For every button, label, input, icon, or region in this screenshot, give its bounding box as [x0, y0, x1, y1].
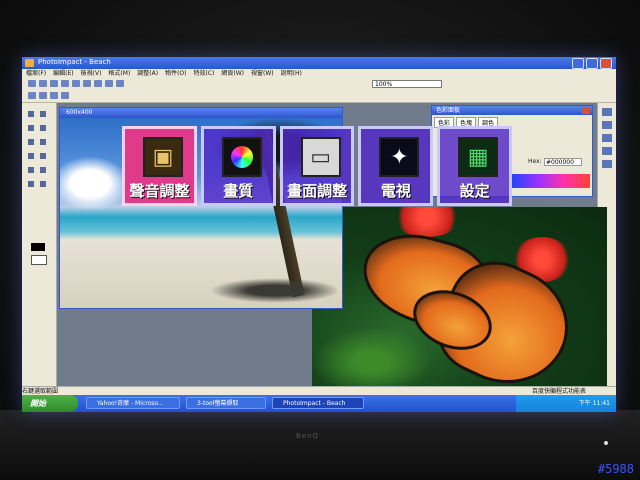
taskbar: 開始 Yahoo!奇摩 - Microso... 3-tool螢幕擷取 Phot…: [22, 395, 616, 412]
maximize-button[interactable]: [586, 58, 598, 69]
antialias-icon[interactable]: [61, 92, 69, 99]
taskbar-item[interactable]: Yahoo!奇摩 - Microso...: [86, 397, 180, 409]
undo-icon[interactable]: [105, 80, 113, 87]
cut-icon[interactable]: [72, 80, 80, 87]
menu-file[interactable]: 檔案(F): [26, 69, 46, 78]
color-panel-close-button[interactable]: [582, 107, 590, 114]
wand-tool-icon[interactable]: [40, 125, 46, 131]
layer-manager-icon[interactable]: [602, 108, 612, 116]
menu-web[interactable]: 網頁(W): [221, 69, 244, 78]
quick-command-icon[interactable]: [602, 134, 612, 142]
osd-label: 聲音調整: [129, 182, 190, 200]
menu-help[interactable]: 說明(H): [281, 69, 302, 78]
fill-tool-icon[interactable]: [40, 167, 46, 173]
foreground-color-swatch[interactable]: [31, 243, 45, 251]
copy-icon[interactable]: [83, 80, 91, 87]
photoimpact-app-icon: [25, 59, 34, 67]
easy-palette-icon[interactable]: [602, 121, 612, 129]
new-icon[interactable]: [28, 80, 36, 87]
marquee-tool-icon[interactable]: [40, 111, 46, 117]
satellite-icon: ✦: [379, 137, 420, 177]
green-leaf: [312, 327, 432, 390]
menu-object[interactable]: 物件(O): [165, 69, 186, 78]
shape-icon[interactable]: [39, 92, 47, 99]
cloud: [60, 156, 130, 211]
menu-edit[interactable]: 編輯(E): [53, 69, 73, 78]
settings-board-icon: ▦: [458, 137, 499, 177]
brush-tool-icon[interactable]: [28, 167, 34, 173]
app-title: PhotoImpact - Beach: [38, 58, 111, 66]
select-mode-icon[interactable]: [28, 92, 36, 99]
close-button[interactable]: [600, 58, 612, 69]
tv-osd-menu: ▣ 聲音調整 畫質 ▭ 畫面調整 ✦ 電視 ▦ 設定: [122, 126, 512, 210]
osd-label: 設定: [459, 182, 490, 200]
color-panel-titlebar: 色彩面板: [432, 106, 592, 115]
menu-bar: 檔案(F) 編輯(E) 檢視(V) 格式(M) 調整(A) 物件(O) 特效(C…: [22, 69, 616, 78]
osd-item-settings[interactable]: ▦ 設定: [437, 126, 512, 206]
menu-effect[interactable]: 特效(C): [193, 69, 214, 78]
minimize-button[interactable]: [572, 58, 584, 69]
attribute-toolbar: [22, 90, 616, 103]
menu-view[interactable]: 檢視(V): [81, 69, 102, 78]
color-panel-title: 色彩面板: [436, 107, 461, 114]
paste-icon[interactable]: [94, 80, 102, 87]
osd-item-tv[interactable]: ✦ 電視: [358, 126, 434, 206]
zoom-tool-icon[interactable]: [28, 153, 34, 159]
document-panel-icon[interactable]: [602, 160, 612, 168]
crop-tool-icon[interactable]: [28, 139, 34, 145]
menu-adjust[interactable]: 調整(A): [137, 69, 158, 78]
monitor-screen: PhotoImpact - Beach 檔案(F) 編輯(E) 檢視(V) 格式…: [22, 57, 616, 412]
menu-window[interactable]: 視窗(W): [251, 69, 274, 78]
color-panel-icon[interactable]: [602, 147, 612, 155]
butterfly-image-window[interactable]: [312, 207, 607, 390]
monitor-bottom-bezel: [0, 410, 640, 480]
osd-label: 畫質: [223, 182, 254, 200]
pick-tool-icon[interactable]: [28, 111, 34, 117]
zoom-select[interactable]: 100%: [372, 80, 442, 88]
red-flower: [392, 207, 462, 237]
color-wheel-icon: [221, 137, 262, 177]
osd-label: 電視: [380, 182, 411, 200]
transform-tool-icon[interactable]: [40, 139, 46, 145]
start-button[interactable]: 開始: [22, 395, 78, 412]
toolbar-icons: [28, 80, 124, 87]
background-color-swatch[interactable]: [31, 255, 47, 265]
taskbar-item[interactable]: PhotoImpact - Beach: [272, 397, 364, 409]
document-title: 600x400: [60, 108, 342, 118]
save-icon[interactable]: [50, 80, 58, 87]
osd-item-screen-adjust[interactable]: ▭ 畫面調整: [279, 126, 355, 206]
window-controls: [572, 58, 612, 69]
app-titlebar: PhotoImpact - Beach: [22, 57, 616, 69]
print-icon[interactable]: [61, 80, 69, 87]
lasso-tool-icon[interactable]: [28, 125, 34, 131]
screen-adjust-icon: ▭: [300, 137, 341, 177]
eyedropper-tool-icon[interactable]: [40, 153, 46, 159]
osd-item-picture[interactable]: 畫質: [200, 126, 276, 206]
text-tool-icon[interactable]: [28, 181, 34, 187]
hex-label: Hex:: [528, 158, 542, 165]
feather-icon[interactable]: [50, 92, 58, 99]
redo-icon[interactable]: [116, 80, 124, 87]
status-left-text: 右鍵選取範圍: [22, 388, 59, 395]
path-tool-icon[interactable]: [40, 181, 46, 187]
color-spectrum[interactable]: [512, 174, 590, 188]
osd-label: 畫面調整: [287, 182, 348, 200]
speaker-icon: ▣: [143, 137, 183, 177]
open-icon[interactable]: [39, 80, 47, 87]
power-led-icon: [604, 441, 608, 445]
osd-item-audio[interactable]: ▣ 聲音調整: [122, 126, 197, 206]
system-tray-clock[interactable]: 下午 11:41: [516, 395, 616, 412]
monitor-brand: BenQ: [296, 432, 320, 440]
attribute-icons: [28, 92, 69, 99]
tool-panel: [22, 103, 57, 386]
taskbar-item[interactable]: 3-tool螢幕擷取: [186, 397, 266, 409]
hex-input[interactable]: #000000: [544, 158, 582, 166]
photo-id-label: #5988: [597, 462, 634, 476]
menu-format[interactable]: 格式(M): [108, 69, 130, 78]
palm-shadow: [210, 278, 340, 303]
